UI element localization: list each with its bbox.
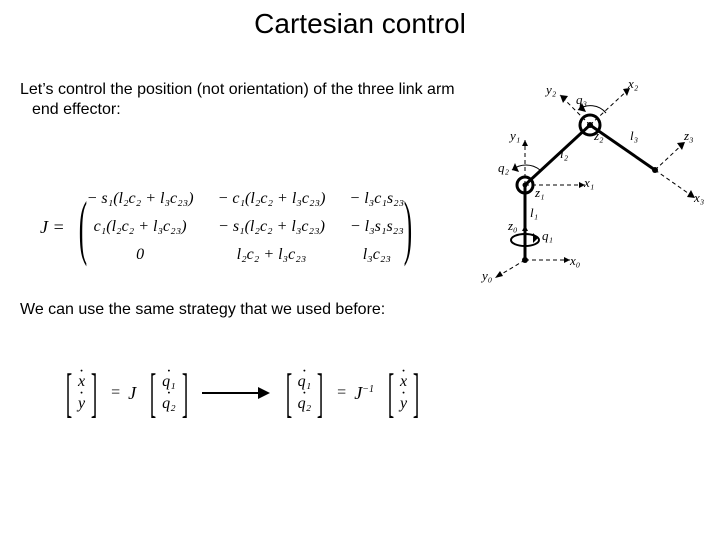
arm-diagram: x₀ y₀ z₀ q₁ l₁ x₁ y₁ z₁ q₂ l₂ x₂ y₂ z₂ q… — [480, 70, 710, 280]
Jinv-sup: −1 — [362, 384, 374, 395]
q2dot-2: q₂ — [298, 395, 312, 413]
lbl-l2: l₂ — [560, 146, 568, 162]
j-r2c2: − s₁(l₂c₂ + l₃c₂₃) — [218, 218, 325, 236]
bracket-left-icon: [ — [388, 370, 394, 416]
lbl-q1: q₁ — [542, 228, 553, 244]
bracket-right-icon: ] — [182, 370, 188, 416]
vec-xy-dot: x y — [78, 373, 85, 413]
jacobian-lead: J = — [40, 217, 65, 238]
vec-q-dot-2: q₁ q₂ — [298, 373, 312, 413]
lbl-y0: y₀ — [482, 268, 492, 284]
lbl-x3: x₃ — [694, 190, 704, 206]
lbl-l3: l₃ — [630, 128, 638, 144]
bracket-right-icon: ] — [91, 370, 97, 416]
lbl-l1: l₁ — [530, 205, 538, 221]
lbl-z2: z₂ — [594, 128, 604, 144]
lbl-z3: z₃ — [684, 128, 694, 144]
paragraph-1: Let’s control the position (not orientat… — [20, 80, 462, 120]
lbl-q3: q₃ — [576, 92, 587, 108]
lbl-y2: y₂ — [546, 82, 556, 98]
lbl-x2: x₂ — [628, 76, 638, 92]
Jinv-symbol: J−1 — [354, 383, 374, 404]
vec-q-dot: q₁ q₂ — [162, 373, 176, 413]
bracket-right-icon: ] — [317, 370, 323, 416]
jacobian-grid: − s₁(l₂c₂ + l₃c₂₃) − c₁(l₂c₂ + l₃c₂₃) − … — [87, 190, 405, 264]
lbl-z1: z₁ — [535, 185, 545, 201]
j-r1c2: − c₁(l₂c₂ + l₃c₂₃) — [218, 190, 326, 208]
j-r2c3: − l₃s₁s₂₃ — [350, 218, 404, 236]
bracket-left-icon: [ — [66, 370, 72, 416]
lbl-y1: y₁ — [510, 128, 520, 144]
slide-title: Cartesian control — [0, 8, 720, 40]
slide: Cartesian control Let’s control the posi… — [0, 0, 720, 540]
equals-2: = — [337, 384, 346, 402]
paren-left-icon: ( — [78, 198, 86, 256]
arrow-right-icon — [202, 388, 272, 398]
j-r1c1: − s₁(l₂c₂ + l₃c₂₃) — [87, 190, 194, 208]
arm-diagram-svg — [480, 70, 710, 280]
ydot-2: y — [400, 395, 407, 413]
jacobian-matrix: J = ( − s₁(l₂c₂ + l₃c₂₃) − c₁(l₂c₂ + l₃c… — [40, 190, 420, 264]
bracket-right-icon: ] — [413, 370, 419, 416]
lbl-x1: x₁ — [584, 175, 594, 191]
paragraph-2: We can use the same strategy that we use… — [20, 300, 462, 320]
Jinv-J: J — [354, 383, 362, 403]
bracket-left-icon: [ — [150, 370, 156, 416]
lbl-x0: x₀ — [570, 253, 580, 269]
j-r3c3: l₃c₂₃ — [363, 246, 391, 264]
paren-right-icon: ) — [404, 198, 412, 256]
equation-row: [ x y ] = J [ q₁ q₂ ] [ q₁ q₂ ] = J−1 [ — [60, 370, 425, 416]
j-r1c3: − l₃c₁s₂₃ — [349, 190, 404, 208]
j-r3c2: l₂c₂ + l₃c₂₃ — [237, 246, 307, 264]
equals: = — [111, 384, 120, 402]
bracket-left-icon: [ — [285, 370, 291, 416]
q2dot: q₂ — [162, 395, 176, 413]
lbl-z0: z₀ — [508, 218, 518, 234]
j-r2c1: c₁(l₂c₂ + l₃c₂₃) — [94, 218, 187, 236]
ydot: y — [78, 395, 85, 413]
j-r3c1: 0 — [136, 246, 144, 264]
vec-xy-dot-2: x y — [400, 373, 407, 413]
J-symbol: J — [128, 383, 136, 404]
lbl-q2: q₂ — [498, 160, 509, 176]
